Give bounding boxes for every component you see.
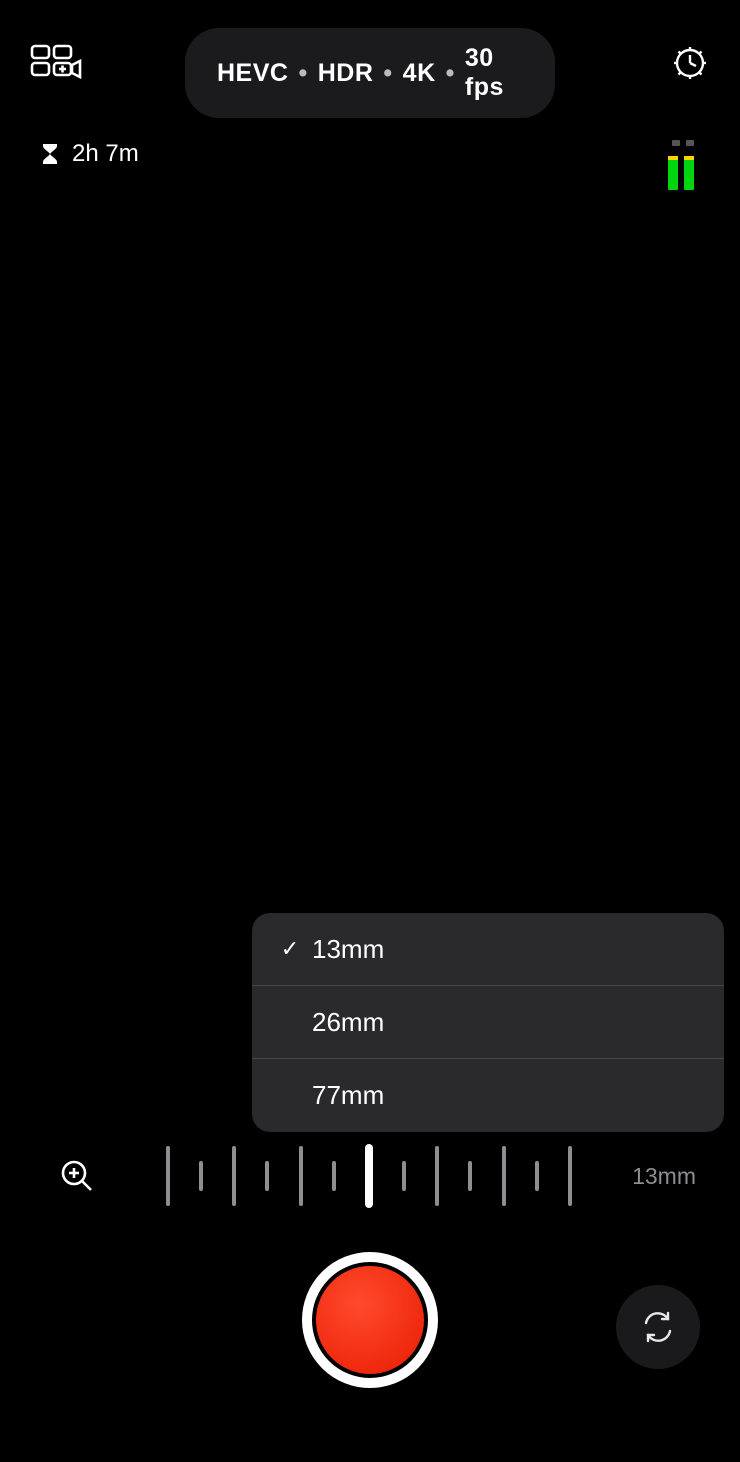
- lens-option-13mm[interactable]: ✓ 13mm: [252, 913, 724, 986]
- project-library-icon[interactable]: [30, 43, 84, 83]
- zoom-in-icon[interactable]: [60, 1159, 94, 1193]
- format-resolution: 4K: [403, 59, 436, 88]
- lens-option-label: 13mm: [308, 934, 384, 965]
- hourglass-icon: [42, 143, 58, 165]
- focal-length-slider[interactable]: [166, 1141, 572, 1211]
- lens-option-label: 77mm: [308, 1080, 384, 1111]
- record-button[interactable]: [302, 1252, 438, 1388]
- checkmark-icon: ✓: [272, 936, 308, 962]
- flip-camera-button[interactable]: [616, 1285, 700, 1369]
- slider-thumb[interactable]: [365, 1144, 373, 1208]
- lens-option-77mm[interactable]: 77mm: [252, 1059, 724, 1132]
- remaining-time: 2h 7m: [42, 140, 139, 168]
- settings-button[interactable]: [670, 43, 710, 83]
- format-hdr: HDR: [318, 59, 374, 88]
- remaining-time-value: 2h 7m: [72, 140, 139, 168]
- format-codec: HEVC: [217, 59, 288, 88]
- record-button-inner: [316, 1266, 424, 1374]
- separator-dot: •: [446, 59, 455, 88]
- separator-dot: •: [298, 59, 307, 88]
- format-settings-pill[interactable]: HEVC • HDR • 4K • 30 fps: [185, 28, 555, 118]
- format-fps: 30 fps: [465, 44, 523, 102]
- audio-level-meter: [668, 140, 698, 190]
- lens-option-26mm[interactable]: 26mm: [252, 986, 724, 1059]
- lens-selection-popup: ✓ 13mm 26mm 77mm: [252, 913, 724, 1132]
- lens-option-label: 26mm: [308, 1007, 384, 1038]
- current-focal-length[interactable]: 13mm: [632, 1163, 696, 1190]
- separator-dot: •: [383, 59, 392, 88]
